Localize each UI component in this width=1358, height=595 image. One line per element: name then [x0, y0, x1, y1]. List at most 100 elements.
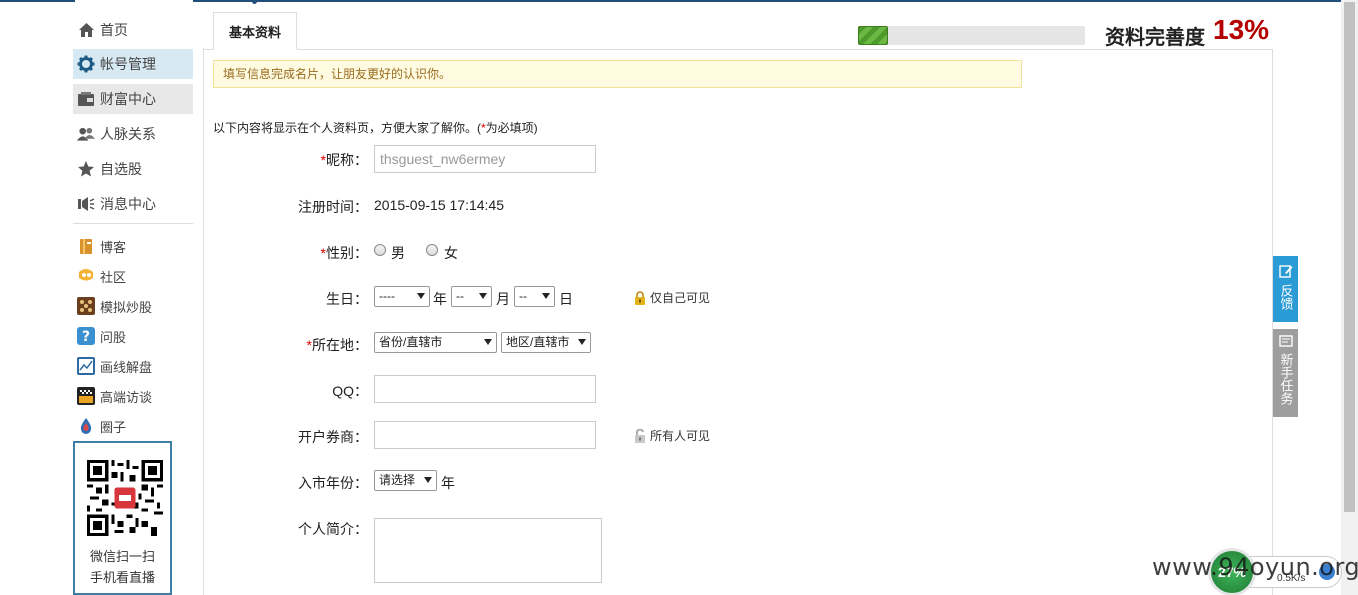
province-select[interactable]: 省份/直辖市 — [374, 332, 497, 353]
birth-day-unit: 日 — [559, 291, 573, 307]
sidebar-item-label: 财富中心 — [100, 91, 156, 107]
birthday-label: 生日： — [326, 291, 368, 307]
notice-banner: 填写信息完成名片，让朋友更好的认识你。 — [213, 60, 1022, 88]
sidebar-item-interview[interactable]: 高端访谈 — [73, 383, 193, 409]
privacy-all-toggle[interactable]: 所有人可见 — [633, 427, 710, 444]
sidebar-item-circle[interactable]: 圈子 — [73, 413, 193, 439]
nickname-label: *昵称： — [321, 150, 368, 170]
chevron-down-icon — [424, 477, 432, 483]
top-border — [0, 0, 1358, 2]
home-icon — [77, 21, 95, 39]
sidebar-item-label: 帐号管理 — [100, 56, 156, 72]
tab-basic-info[interactable]: 基本资料 — [213, 12, 297, 50]
sidebar-item-account[interactable]: 帐号管理 — [73, 49, 193, 79]
birth-month-unit: 月 — [496, 291, 510, 307]
broker-field[interactable] — [374, 421, 596, 449]
gender-male-radio[interactable] — [374, 244, 386, 256]
sidebar-item-label: 高端访谈 — [100, 389, 153, 405]
task-icon — [1278, 335, 1293, 350]
gear-icon — [77, 55, 95, 73]
interview-icon — [77, 387, 95, 405]
community-icon — [77, 267, 95, 285]
gender-female-label[interactable]: 女 — [444, 243, 458, 263]
birth-day-select[interactable]: -- — [514, 286, 555, 307]
drop-icon — [77, 417, 95, 435]
top-border-notch — [75, 0, 193, 2]
page-scrollbar-thumb[interactable] — [1344, 2, 1355, 512]
birth-year-select[interactable]: ---- — [374, 286, 430, 307]
qr-caption-line1: 微信扫一扫 — [89, 549, 155, 564]
sidebar-item-blog[interactable]: 博客 — [73, 233, 193, 259]
completeness-progress-fill — [858, 26, 888, 45]
market-year-select[interactable]: 请选择 — [374, 470, 437, 491]
completeness-progress-bar — [858, 26, 1085, 45]
province-value: 省份/直辖市 — [379, 335, 443, 349]
sidebar-item-wealth[interactable]: 财富中心 — [73, 84, 193, 114]
completeness-label: 资料完善度 — [1105, 27, 1205, 49]
sidebar-item-label: 圈子 — [100, 419, 127, 435]
sidebar-item-label: 社区 — [100, 269, 127, 285]
gender-male-label[interactable]: 男 — [391, 243, 405, 263]
market-year-unit: 年 — [441, 475, 455, 491]
sidebar-item-simulated-trading[interactable]: 模拟炒股 — [73, 293, 193, 319]
sidebar-item-label: 人脉关系 — [100, 126, 156, 142]
privacy-self-toggle[interactable]: 仅自己可见 — [633, 289, 710, 306]
birth-day-value: -- — [519, 289, 527, 303]
chevron-down-icon — [578, 339, 586, 345]
birth-month-select[interactable]: -- — [451, 286, 492, 307]
speaker-icon — [77, 195, 95, 213]
nickname-label-text: 昵称： — [326, 152, 368, 168]
watermark: www.94oyun.org — [1152, 553, 1358, 581]
chevron-down-icon — [417, 293, 425, 299]
sidebar-item-label: 消息中心 — [100, 196, 156, 212]
intro-text: 以下内容将显示在个人资料页，方便大家了解你。(*为必填项) — [213, 119, 538, 136]
qq-field[interactable] — [374, 375, 596, 403]
sidebar-item-label: 首页 — [100, 22, 128, 38]
question-icon: ? — [77, 327, 95, 345]
nickname-field[interactable]: thsguest_nw6ermey — [374, 145, 596, 173]
intro-text-tail: 为必填项) — [485, 121, 538, 135]
intro-text-main: 以下内容将显示在个人资料页，方便大家了解你。( — [213, 121, 481, 135]
birth-month-value: -- — [456, 289, 464, 303]
sidebar-item-ask-stock[interactable]: ? 问股 — [73, 323, 193, 349]
sidebar-item-messages[interactable]: 消息中心 — [73, 189, 193, 219]
gender-label: *性别： — [321, 243, 368, 263]
feedback-button[interactable]: 反馈 — [1273, 256, 1298, 322]
qq-label: QQ： — [332, 383, 368, 399]
sidebar-item-label: 博客 — [100, 239, 127, 255]
chevron-down-icon — [484, 339, 492, 345]
sidebar-item-label: 问股 — [100, 329, 127, 345]
gender-female-radio[interactable] — [426, 244, 438, 256]
sidebar-item-contacts[interactable]: 人脉关系 — [73, 119, 193, 149]
location-label: *所在地： — [307, 335, 368, 355]
newbie-tasks-button[interactable]: 新手任务 — [1273, 329, 1298, 417]
chart-draw-icon — [77, 357, 95, 375]
district-select[interactable]: 地区/直辖市 — [501, 332, 591, 353]
unlock-icon — [633, 428, 647, 443]
qr-code-panel: 微信扫一扫 手机看直播 — [73, 441, 172, 595]
privacy-self-label: 仅自己可见 — [650, 291, 711, 305]
sidebar-item-home[interactable]: 首页 — [73, 15, 193, 45]
star-icon — [77, 160, 95, 178]
feedback-label: 反馈 — [1278, 284, 1294, 310]
sidebar-item-chart-draw[interactable]: 画线解盘 — [73, 353, 193, 379]
blog-icon — [77, 237, 95, 255]
sidebar-item-label: 画线解盘 — [100, 359, 153, 375]
newbie-tasks-label: 新手任务 — [1278, 353, 1294, 405]
broker-label: 开户券商： — [298, 429, 368, 445]
chess-icon — [77, 297, 95, 315]
privacy-all-label: 所有人可见 — [650, 429, 711, 443]
sidebar-item-label: 模拟炒股 — [100, 299, 153, 315]
regtime-label: 注册时间： — [298, 199, 368, 215]
sidebar-divider — [73, 223, 193, 224]
qr-code-image — [87, 460, 163, 536]
chevron-down-icon — [542, 293, 550, 299]
market-year-label: 入市年份： — [298, 475, 368, 491]
bio-textarea[interactable] — [374, 518, 602, 583]
edit-icon — [1278, 264, 1293, 281]
wallet-icon — [77, 90, 95, 108]
regtime-value: 2015-09-15 17:14:45 — [374, 197, 504, 213]
sidebar-item-watchlist[interactable]: 自选股 — [73, 154, 193, 184]
sidebar-item-community[interactable]: 社区 — [73, 263, 193, 289]
market-year-value: 请选择 — [379, 473, 416, 487]
